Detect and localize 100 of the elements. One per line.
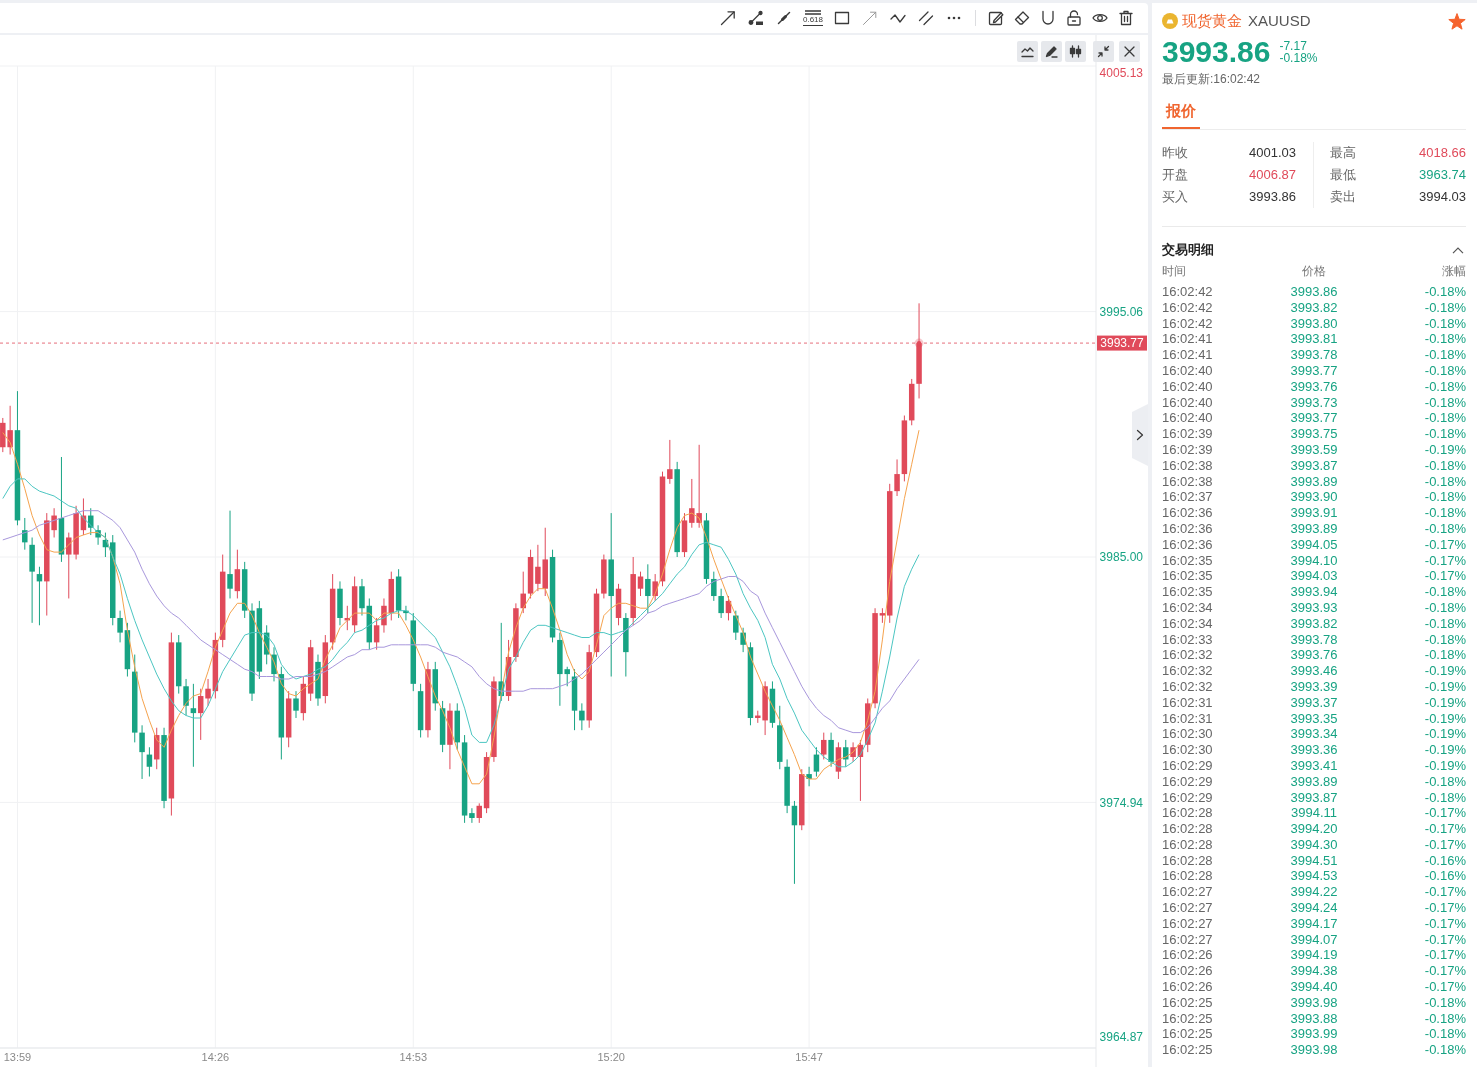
price-tag: 3993.77	[1097, 335, 1147, 351]
trade-price: 3993.76	[1290, 378, 1338, 395]
trade-price: 3993.35	[1290, 710, 1338, 727]
edit-note-icon	[988, 10, 1004, 26]
trade-price: 3993.93	[1290, 599, 1338, 616]
stat-value: 3963.74	[1419, 166, 1466, 184]
column-header: 时间	[1162, 263, 1186, 279]
trade-time: 16:02:27	[1162, 884, 1213, 901]
trade-price: 3993.77	[1290, 363, 1338, 379]
trade-price: 3993.39	[1290, 678, 1338, 695]
column-header: 涨幅	[1442, 263, 1466, 279]
trade-price: 3994.05	[1290, 536, 1338, 553]
trade-change: -0.18%	[1424, 520, 1466, 537]
arrow-icon	[720, 10, 736, 26]
x-axis-label: 15:47	[795, 1051, 823, 1063]
trade-change: -0.19%	[1424, 742, 1466, 758]
trade-time: 16:02:30	[1162, 742, 1213, 758]
collapse-panel-handle[interactable]	[1132, 404, 1148, 466]
trade-price: 3994.10	[1290, 552, 1338, 569]
trade-change: -0.17%	[1424, 552, 1466, 569]
trade-time: 16:02:39	[1162, 441, 1213, 458]
trade-change: -0.19%	[1424, 757, 1466, 774]
trade-time: 16:02:25	[1162, 1010, 1213, 1027]
trade-time: 16:02:28	[1162, 821, 1213, 837]
trade-price: 3993.78	[1290, 347, 1338, 363]
trade-time: 16:02:40	[1162, 410, 1213, 427]
trade-price: 3993.82	[1290, 615, 1338, 632]
trade-change: -0.18%	[1424, 505, 1466, 521]
column-header: 价格	[1302, 263, 1326, 279]
indicator-button[interactable]	[1017, 41, 1038, 62]
trade-time: 16:02:29	[1162, 757, 1213, 774]
trade-time: 16:02:30	[1162, 726, 1213, 743]
trade-time: 16:02:38	[1162, 473, 1213, 490]
trade-change: -0.18%	[1424, 489, 1466, 506]
trade-change: -0.17%	[1424, 947, 1466, 964]
y-axis-label: 3995.06	[1099, 304, 1143, 319]
trade-price: 3994.07	[1290, 931, 1338, 948]
trade-change: -0.19%	[1424, 710, 1466, 727]
trade-change: -0.18%	[1424, 394, 1466, 411]
trade-time: 16:02:34	[1162, 615, 1213, 632]
eraser-icon	[1014, 10, 1030, 26]
line-with-handles-icon	[748, 10, 764, 26]
draw-button[interactable]	[1041, 41, 1062, 62]
trade-change: -0.17%	[1424, 836, 1466, 853]
close-chart-button[interactable]	[1119, 41, 1140, 62]
trade-time: 16:02:27	[1162, 915, 1213, 932]
trade-price: 3993.91	[1290, 505, 1338, 521]
trade-change: -0.16%	[1424, 852, 1466, 869]
candlestick-icon	[1069, 45, 1082, 58]
chevron-up-icon[interactable]	[1452, 246, 1464, 254]
trade-time: 16:02:28	[1162, 836, 1213, 853]
trade-change: -0.19%	[1424, 663, 1466, 679]
trade-time: 16:02:28	[1162, 868, 1213, 885]
trade-price: 3993.59	[1290, 441, 1338, 458]
trade-change: -0.17%	[1424, 568, 1466, 585]
trade-price: 3994.38	[1290, 963, 1338, 980]
trade-price: 3993.98	[1290, 1042, 1338, 1059]
line-segment-icon	[776, 10, 792, 26]
trade-price: 3994.40	[1290, 979, 1338, 995]
fibonacci-tool-button[interactable]: 0.618	[801, 7, 825, 29]
trade-time: 16:02:35	[1162, 584, 1213, 600]
trade-change: -0.18%	[1424, 773, 1466, 790]
trade-price: 3993.77	[1290, 410, 1338, 427]
trade-change: -0.18%	[1424, 331, 1466, 348]
trade-change: -0.17%	[1424, 915, 1466, 932]
trade-change: -0.17%	[1424, 805, 1466, 822]
trade-time: 16:02:40	[1162, 378, 1213, 395]
price-change-percent: -0.18%	[1279, 52, 1318, 64]
trash-icon	[1118, 10, 1134, 26]
y-axis-label: 3964.87	[1099, 1030, 1143, 1045]
trade-price: 3993.86	[1290, 284, 1338, 300]
trade-price: 3993.94	[1290, 584, 1338, 600]
trade-change: -0.18%	[1424, 599, 1466, 616]
trade-change: -0.18%	[1424, 299, 1466, 316]
trade-change: -0.18%	[1424, 410, 1466, 427]
trade-price: 3993.88	[1290, 1010, 1338, 1027]
trade-time: 16:02:39	[1162, 426, 1213, 442]
trade-price: 3994.20	[1290, 821, 1338, 837]
unlock-icon	[1066, 10, 1082, 26]
trade-change: -0.19%	[1424, 441, 1466, 458]
trade-price: 3993.89	[1290, 520, 1338, 537]
trade-change: -0.16%	[1424, 868, 1466, 885]
trade-time: 16:02:41	[1162, 331, 1213, 348]
trade-time: 16:02:26	[1162, 979, 1213, 995]
trade-change: -0.19%	[1424, 694, 1466, 711]
trade-price: 3993.81	[1290, 331, 1338, 348]
trade-change: -0.18%	[1424, 994, 1466, 1011]
candle-style-button[interactable]	[1065, 41, 1086, 62]
trade-price: 3993.89	[1290, 473, 1338, 490]
trade-price: 3994.24	[1290, 900, 1338, 916]
trade-time: 16:02:26	[1162, 947, 1213, 964]
shrink-button[interactable]	[1093, 41, 1114, 62]
indicator-icon	[1021, 45, 1034, 58]
trade-time: 16:02:27	[1162, 900, 1213, 916]
last-price: 3993.86	[1162, 37, 1271, 67]
trade-time: 16:02:40	[1162, 363, 1213, 379]
favorite-star-icon[interactable]	[1448, 12, 1466, 30]
close-icon	[1123, 45, 1136, 58]
trade-price: 3993.75	[1290, 426, 1338, 442]
parallel-lines-icon	[918, 10, 934, 26]
